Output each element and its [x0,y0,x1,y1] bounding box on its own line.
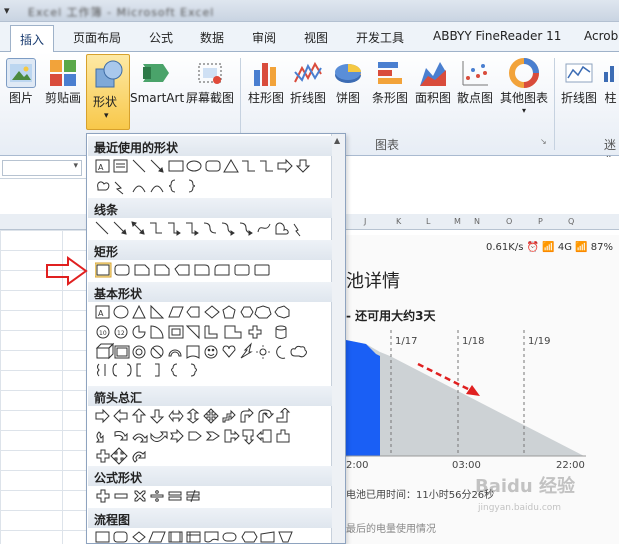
graph-time-label: 03:00 [452,460,481,470]
sparkline-line-icon [564,58,594,88]
bar-chart-icon [375,58,405,88]
tab-insert[interactable]: 插入 [10,25,55,53]
smartart-button[interactable]: SmartArt [130,58,184,106]
group-label-charts: 图表 [375,138,400,152]
svg-text:A: A [98,309,104,318]
shapes-dropdown-caret-icon: ▾ [104,111,109,121]
clipart-button[interactable]: 剪贴画 [44,58,82,106]
tab-developer[interactable]: 开发工具 [356,29,404,46]
tab-review[interactable]: 审阅 [252,29,276,46]
basic-shapes-icons[interactable]: A 10 12 [95,304,335,382]
sparkline-column-button[interactable]: 柱 [602,58,619,106]
rectangles-row [94,262,335,280]
phone-battery-estimate: - 还可用大约3天 [346,309,436,323]
graph-date-label: 1/17 [395,336,417,347]
battery-elapsed-time: 电池已用时间：11小时56分26秒 [346,490,495,501]
recent-shapes-row: A [95,158,335,195]
column-chart-button[interactable]: 柱形图 [246,58,286,106]
tab-formulas[interactable]: 公式 [149,29,173,46]
picture-button[interactable]: 图片 [5,58,37,106]
scatter-chart-icon [460,58,490,88]
section-recent-shapes: 最近使用的形状 [88,136,332,156]
graph-date-label: 1/19 [528,336,550,347]
graph-time-label: 2:00 [346,460,368,470]
line-shapes-icons[interactable] [95,220,335,238]
pie-chart-icon [333,58,363,88]
name-box[interactable]: ▾ [2,160,82,176]
graph-time-label: 22:00 [556,460,585,470]
tab-abbyy[interactable]: ABBYY FineReader 11 [433,29,561,43]
shapes-gallery-dropdown[interactable]: ▲ 最近使用的形状 A 线条 矩形 基本形状 A 10 12 箭头总汇 公式形状… [86,133,346,544]
tab-page-layout[interactable]: 页面布局 [73,29,121,46]
lines-row [95,220,335,238]
svg-text:A: A [98,163,104,172]
battery-usage-footer: 最后的电量使用情况 [346,524,436,535]
watermark-logo: Baidu 经验 [475,476,576,497]
ribbon-separator [554,58,555,150]
sparkline-line-button[interactable]: 折线图 [558,58,600,106]
area-chart-icon [418,58,448,88]
other-charts-button[interactable]: 其他图表 ▾ [498,58,550,115]
rectangle-shapes-icons[interactable] [94,262,335,280]
section-flowchart: 流程图 [88,508,332,528]
shapes-icon [94,59,124,92]
line-chart-icon [293,58,323,88]
quick-access-dropdown-icon[interactable]: ▾ [4,4,10,17]
screenshot-icon [195,58,225,88]
bar-chart-button[interactable]: 条形图 [370,58,410,106]
section-basic-shapes: 基本形状 [88,282,332,302]
basic-shapes-rows: A 10 12 [95,304,335,377]
pie-chart-button[interactable]: 饼图 [332,58,364,106]
recent-shapes-icons[interactable]: A [95,158,335,196]
window-title: Excel 工作簿 - Microsoft Excel [28,6,215,19]
phone-page-title: 池详情 [346,271,400,292]
line-chart-button[interactable]: 折线图 [288,58,328,106]
picture-icon [6,58,36,88]
equation-shape-icons[interactable] [95,488,335,506]
tab-view[interactable]: 视图 [304,29,328,46]
svg-text:10: 10 [99,330,107,337]
column-header-left [0,214,86,230]
battery-usage-graph: 1/17 1/18 1/19 2:00 03:00 22:00 [346,330,586,470]
section-lines: 线条 [88,198,332,218]
watermark-url: jingyan.baidu.com [478,503,562,513]
annotation-arrow-icon [46,256,88,286]
smartart-icon [141,58,171,88]
section-block-arrows: 箭头总汇 [88,386,332,406]
column-header-right: J K L M N O P Q [346,214,619,230]
scroll-up-icon[interactable]: ▲ [334,136,340,145]
block-arrow-icons[interactable] [95,407,335,466]
sparkline-column-icon [602,58,619,88]
tab-acrobat[interactable]: Acrob [584,29,618,43]
flowchart-row [95,530,335,544]
section-equation-shapes: 公式形状 [88,466,332,486]
ribbon-tabs: 插入 页面布局 公式 数据 审阅 视图 开发工具 ABBYY FineReade… [0,22,619,53]
block-arrows-rows [95,407,335,465]
name-box-area: ▾ [0,157,86,179]
screenshot-button[interactable]: 屏幕截图 [184,58,236,106]
section-rectangles: 矩形 [88,240,332,260]
shapes-button[interactable]: 形状 ▾ [86,54,130,130]
graph-date-label: 1/18 [462,336,484,347]
clipart-icon [48,58,78,88]
other-chart-icon [509,58,539,88]
svg-text:12: 12 [117,330,125,337]
flowchart-shape-icons[interactable] [95,530,335,544]
other-charts-caret-icon: ▾ [521,106,526,115]
column-chart-icon [251,58,281,88]
dialog-launcher-icon[interactable]: ↘ [540,137,547,146]
scatter-chart-button[interactable]: 散点图 [455,58,495,106]
phone-status-bar: 0.61K/s ⏰ 📶 4G 📶 87% [486,242,613,253]
tab-data[interactable]: 数据 [200,29,224,46]
title-bar: ▾ Excel 工作簿 - Microsoft Excel [0,0,619,22]
area-chart-button[interactable]: 面积图 [413,58,453,106]
equation-shapes-row [95,488,335,506]
